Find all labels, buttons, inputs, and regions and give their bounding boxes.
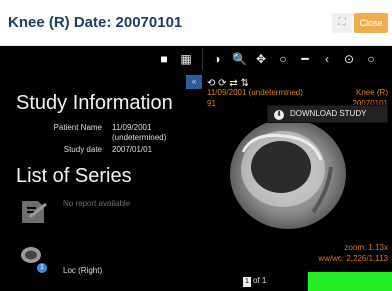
series-label[interactable]: Loc (Right) xyxy=(63,266,102,275)
page-control: 1 of 1 xyxy=(243,276,266,287)
overlay-patient: 11/09/2001 (undetermined) xyxy=(207,88,303,97)
study-viewer-modal: Knee (R) Date: 20070101 ⛶ Close ■ ▦ ◑ 🔍 … xyxy=(0,0,392,291)
expand-icon[interactable]: ⛶ xyxy=(332,13,352,33)
viewer-toolbar: ■ ▦ ◑ 🔍 ✥ ○ ━ ‹ ⊙ ○ xyxy=(0,46,392,72)
close-button[interactable]: Close xyxy=(354,13,388,33)
layout-single-icon[interactable]: ■ xyxy=(157,52,171,66)
overlay-study: Knee (R) xyxy=(355,88,388,97)
series-heading: List of Series xyxy=(16,165,132,187)
overlay-bottom-right: zoom: 1.13x ww/wc: 2,226/1,113 xyxy=(318,242,388,264)
pan-icon[interactable]: ✥ xyxy=(254,52,268,66)
page-stepper[interactable]: 1 xyxy=(243,277,251,287)
modal-header: Knee (R) Date: 20070101 ⛶ Close xyxy=(0,0,392,46)
series-count-badge: 1 xyxy=(37,263,47,273)
patient-name-value: 11/09/2001 xyxy=(112,123,152,132)
length-tool-icon[interactable]: ━ xyxy=(298,52,312,66)
download-label: DOWNLOAD STUDY xyxy=(290,109,367,118)
overlay-zoom: zoom: 1.13x xyxy=(344,243,388,252)
page-total: of 1 xyxy=(253,276,267,285)
zoom-icon[interactable]: 🔍 xyxy=(232,52,247,66)
download-icon: ⬇ xyxy=(274,110,284,120)
target-icon[interactable]: ⊙ xyxy=(342,52,356,66)
ring-tool-icon[interactable]: ○ xyxy=(364,52,378,66)
ellipse-tool-icon[interactable]: ○ xyxy=(276,52,290,66)
patient-name-label: Patient Name xyxy=(53,123,102,132)
image-viewport[interactable]: ⟲ ⟳ ⇄ ⇅ 11/09/2001 (undetermined) 91 Kne… xyxy=(203,72,392,291)
modal-title: Knee (R) Date: 20070101 xyxy=(8,14,183,31)
study-date-label: Study date xyxy=(63,145,102,154)
previous-icon[interactable]: ‹ xyxy=(320,52,334,66)
status-bar xyxy=(308,272,392,291)
contrast-icon[interactable]: ◑ xyxy=(210,52,224,66)
study-info-panel: « Study Information Patient Name 11/09/2… xyxy=(0,72,202,291)
study-info-heading: Study Information xyxy=(16,92,173,114)
patient-name-value-cont: (undetermined) xyxy=(112,133,167,142)
report-icon xyxy=(22,201,47,223)
layout-grid-icon[interactable]: ▦ xyxy=(179,52,193,66)
no-report-text: No report available xyxy=(63,199,131,208)
toolbar-divider xyxy=(202,48,203,70)
overlay-window-level: ww/wc: 2,226/1,113 xyxy=(318,254,388,263)
collapse-panel-icon[interactable]: « xyxy=(186,75,202,89)
study-date-value: 2007/01/01 xyxy=(112,145,153,154)
dicom-viewer: ■ ▦ ◑ 🔍 ✥ ○ ━ ‹ ⊙ ○ « Study Information … xyxy=(0,46,392,291)
download-study-button[interactable]: ⬇ DOWNLOAD STUDY xyxy=(267,105,388,123)
